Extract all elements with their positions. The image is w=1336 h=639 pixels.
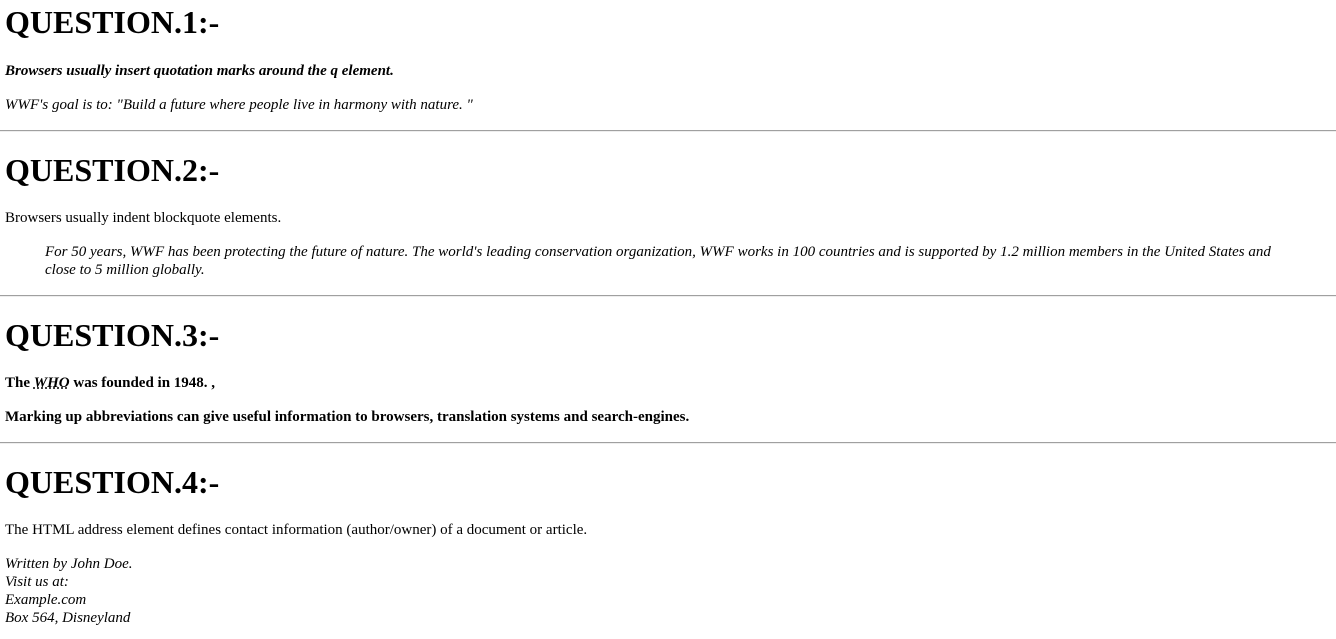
question-1-intro: Browsers usually insert quotation marks …: [5, 63, 394, 79]
question-3-line-2: Marking up abbreviations can give useful…: [5, 409, 690, 425]
question-3-line-1: The WHO was founded in 1948. ,: [5, 374, 1336, 392]
question-1-inline-quote: "Build a future where people live in har…: [116, 97, 473, 113]
question-2-blockquote: For 50 years, WWF has been protecting th…: [45, 244, 1271, 278]
question-4-intro: The HTML address element defines contact…: [5, 522, 588, 538]
question-1-heading: QUESTION.1:-: [5, 4, 220, 40]
contact-address: Written by John Doe. Visit us at: Exampl…: [5, 555, 1336, 627]
question-3-line-1-prefix: The: [5, 375, 34, 391]
page: QUESTION.1:- Browsers usually insert quo…: [0, 4, 1336, 627]
question-4-heading: QUESTION.4:-: [5, 464, 220, 500]
question-1-quote-prefix: WWF's goal is to:: [5, 97, 117, 113]
address-line-author: Written by John Doe.: [5, 556, 133, 572]
address-line-visit: Visit us at:: [5, 574, 69, 590]
address-line-box: Box 564, Disneyland: [5, 610, 131, 626]
question-2-intro: Browsers usually indent blockquote eleme…: [5, 210, 282, 226]
address-line-website: Example.com: [5, 592, 87, 608]
question-3-line-1-suffix: was founded in 1948. ,: [69, 375, 216, 391]
question-3-heading: QUESTION.3:-: [5, 317, 220, 353]
question-1-quote-line: WWF's goal is to: "Build a future where …: [5, 96, 1336, 114]
who-abbreviation[interactable]: WHO: [34, 375, 70, 391]
question-2-heading: QUESTION.2:-: [5, 152, 220, 188]
